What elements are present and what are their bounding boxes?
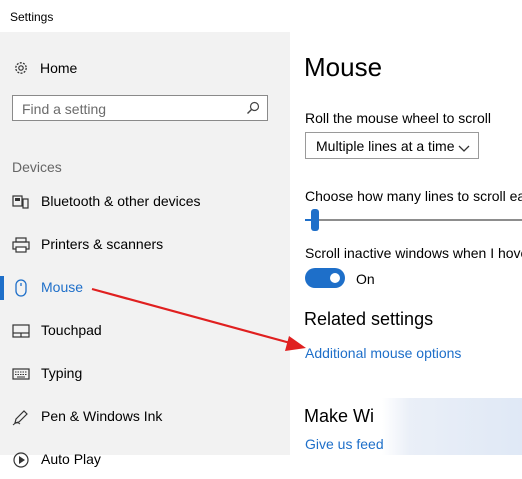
- slider-thumb[interactable]: [311, 209, 319, 231]
- autoplay-icon: [12, 451, 30, 469]
- give-feedback-link[interactable]: Give us feed: [305, 436, 384, 452]
- sidebar: Home Find a setting Devices Bluetooth & …: [0, 32, 290, 468]
- sidebar-item-pen[interactable]: Pen & Windows Ink: [0, 398, 290, 436]
- scroll-inactive-label: Scroll inactive windows when I hover: [305, 245, 522, 261]
- main-panel: Mouse Roll the mouse wheel to scroll Mul…: [290, 32, 522, 455]
- sidebar-item-mouse[interactable]: Mouse: [0, 269, 290, 307]
- printer-icon: [12, 236, 30, 254]
- sidebar-item-label: Printers & scanners: [41, 236, 164, 252]
- additional-mouse-options-link[interactable]: Additional mouse options: [305, 345, 461, 361]
- lines-to-scroll-slider[interactable]: [305, 208, 522, 234]
- related-settings-heading: Related settings: [304, 309, 434, 329]
- page-title: Mouse: [304, 52, 383, 82]
- keyboard-icon: [12, 365, 30, 383]
- sidebar-item-label: Mouse: [41, 279, 84, 295]
- sidebar-item-touchpad[interactable]: Touchpad: [0, 312, 290, 350]
- slider-track: [305, 219, 522, 221]
- sidebar-item-printers[interactable]: Printers & scanners: [0, 226, 290, 264]
- sidebar-item-label: Bluetooth & other devices: [41, 193, 201, 209]
- mouse-icon: [12, 279, 30, 297]
- lines-to-scroll-label: Choose how many lines to scroll each: [305, 188, 522, 204]
- sidebar-item-label: Typing: [41, 365, 83, 381]
- sidebar-item-label: Touchpad: [41, 322, 102, 338]
- home-label: Home: [40, 60, 78, 76]
- bluetooth-devices-icon: [12, 193, 30, 211]
- devices-section-heading: Devices: [12, 159, 62, 175]
- sidebar-item-autoplay[interactable]: Auto Play: [0, 441, 290, 479]
- chevron-down-icon: [458, 141, 470, 152]
- sidebar-item-typing[interactable]: Typing: [0, 355, 290, 393]
- search-input[interactable]: Find a setting: [12, 95, 268, 121]
- sidebar-item-bluetooth[interactable]: Bluetooth & other devices: [0, 183, 290, 221]
- sidebar-item-label: Auto Play: [41, 451, 101, 467]
- pen-icon: [12, 408, 30, 426]
- home-nav-item[interactable]: Home: [12, 58, 77, 78]
- toggle-state-label: On: [356, 271, 375, 287]
- search-icon[interactable]: [245, 100, 261, 116]
- toggle-knob: [330, 273, 340, 283]
- search-placeholder: Find a setting: [22, 101, 107, 117]
- gear-icon: [12, 59, 30, 77]
- window-title: Settings: [10, 10, 54, 24]
- sidebar-item-label: Pen & Windows Ink: [41, 408, 163, 424]
- watermark-overlay: [382, 398, 522, 455]
- touchpad-icon: [12, 322, 30, 340]
- make-windows-better-heading: Make Wi: [304, 406, 375, 426]
- scroll-wheel-dropdown[interactable]: Multiple lines at a time: [305, 132, 479, 159]
- scroll-wheel-value: Multiple lines at a time: [316, 138, 455, 154]
- scroll-inactive-toggle[interactable]: [305, 268, 345, 288]
- active-indicator: [0, 276, 4, 300]
- scroll-wheel-label: Roll the mouse wheel to scroll: [305, 110, 491, 126]
- title-bar: Settings: [0, 0, 522, 32]
